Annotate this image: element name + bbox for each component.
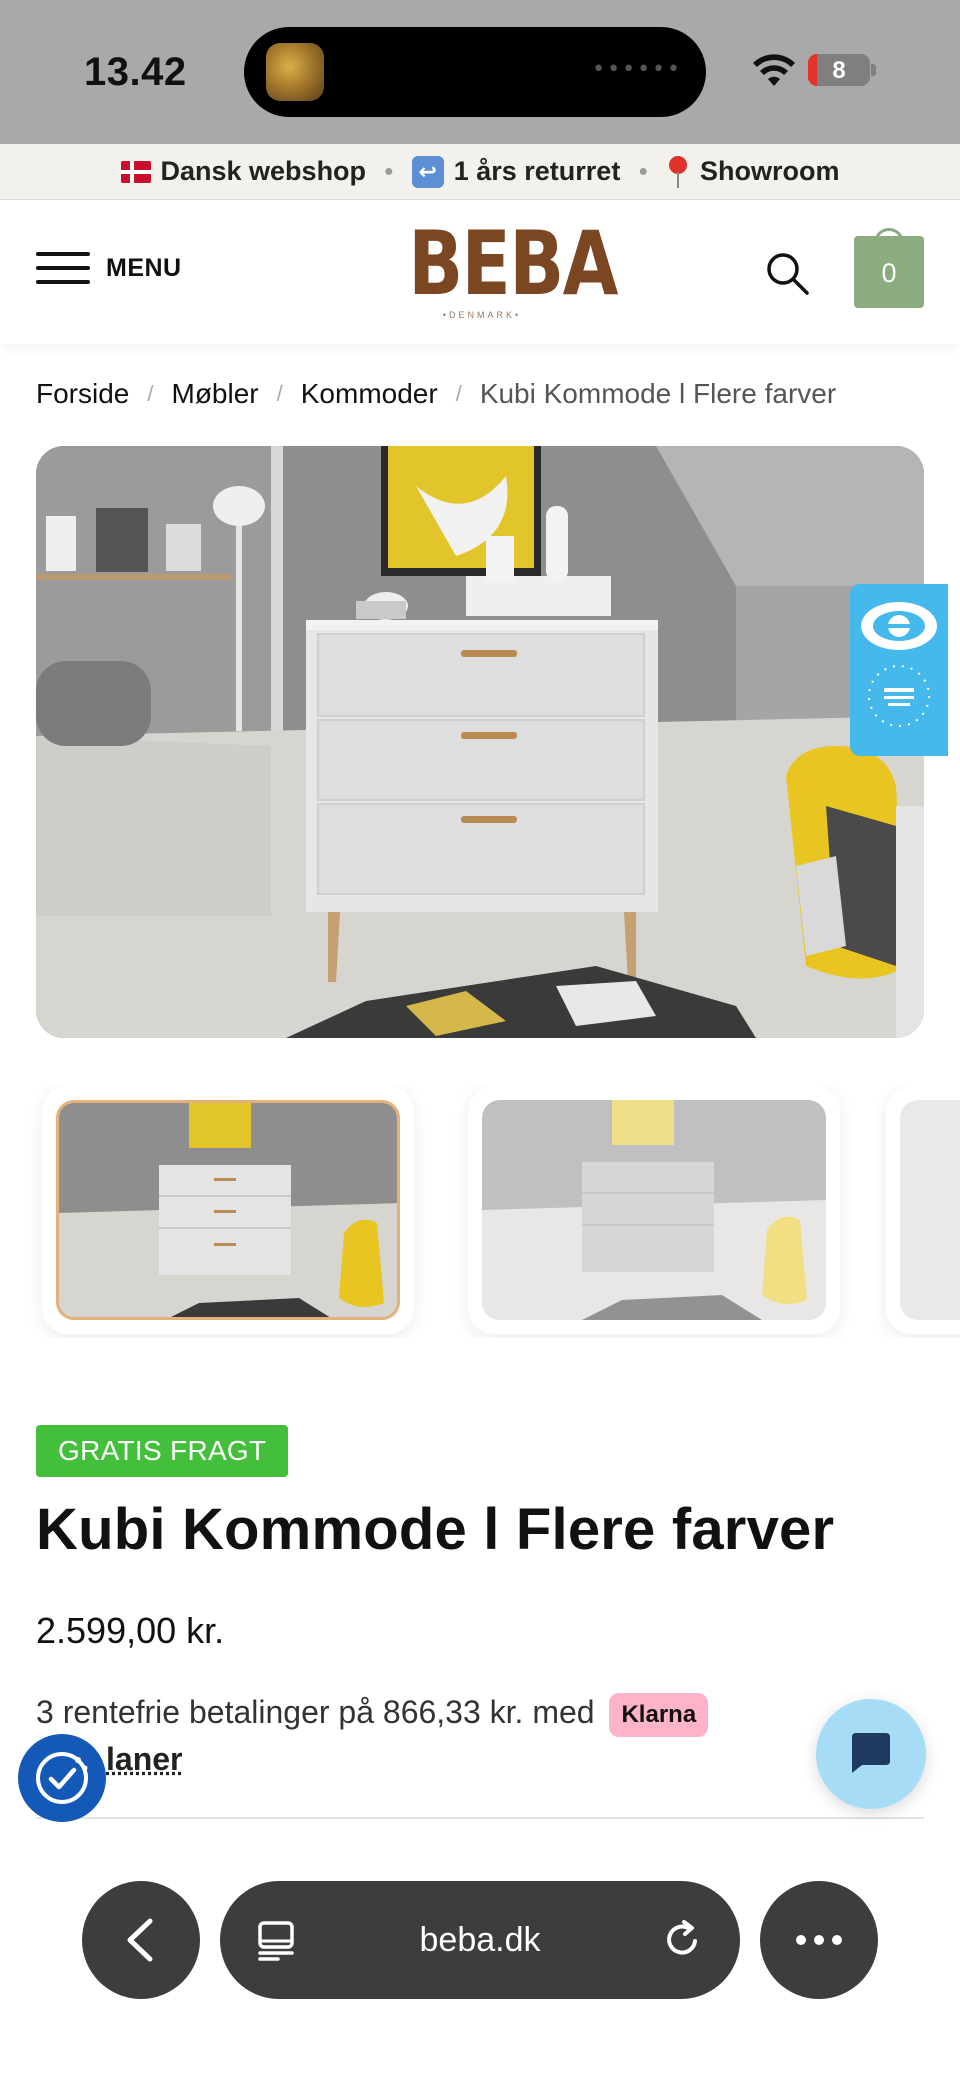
usp-return-policy[interactable]: ↩ 1 års returret [411, 155, 621, 188]
cart-count: 0 [881, 258, 897, 288]
thumbnail-image [56, 1100, 400, 1320]
cookie-consent-button[interactable] [18, 1734, 106, 1822]
breadcrumb-separator: / [455, 381, 462, 406]
usp-danish-webshop[interactable]: Dansk webshop [120, 156, 367, 187]
usp-showroom[interactable]: Showroom [666, 155, 840, 188]
breadcrumb-link-home[interactable]: Forside [36, 378, 129, 410]
product-price: 2.599,00 kr. [36, 1610, 225, 1651]
main-product-image[interactable] [36, 446, 924, 1038]
usp-label: 1 års returret [453, 156, 621, 186]
more-options-button[interactable] [760, 1881, 878, 1999]
search-icon[interactable] [764, 250, 810, 296]
battery-icon: 8 [808, 54, 870, 86]
free-shipping-badge: GRATIS FRAGT [36, 1425, 289, 1477]
cookie-check-icon [36, 1752, 88, 1804]
return-arrow-icon: ↩ [411, 155, 444, 188]
thumbnail-2[interactable] [468, 1086, 840, 1334]
chat-bubble-icon [852, 1733, 890, 1773]
status-time: 13.42 [84, 50, 187, 94]
site-logo[interactable]: BEBA •DENMARK• [392, 212, 618, 321]
island-indicator: •••••• [592, 57, 682, 82]
dresser-room-illustration [36, 446, 924, 1038]
breadcrumb-separator: / [147, 381, 154, 406]
chat-button[interactable] [816, 1699, 926, 1809]
klarna-logo: Klarna [609, 1692, 709, 1737]
menu-button[interactable]: MENU [36, 250, 182, 286]
usp-separator: ● [638, 162, 648, 180]
usp-label: Showroom [699, 156, 840, 186]
browser-toolbar: beba.dk [0, 1860, 960, 2081]
back-chevron-icon [127, 1918, 153, 1962]
trust-badge-graphic [861, 602, 937, 727]
section-divider [36, 1817, 924, 1819]
thumbnail-image [900, 1100, 960, 1320]
menu-label: MENU [106, 253, 182, 282]
hamburger-icon [36, 250, 90, 286]
usp-label: Dansk webshop [160, 156, 367, 186]
usp-bar: Dansk webshop ● ↩ 1 års returret ● Showr… [0, 144, 960, 200]
breadcrumb-separator: / [276, 381, 283, 406]
installment-plans-link[interactable]: laner [106, 1741, 182, 1777]
location-pin-icon [666, 155, 690, 188]
reload-icon[interactable] [662, 1919, 704, 1961]
product-title: Kubi Kommode l Flere farver [36, 1497, 835, 1562]
thumbnail-1[interactable] [42, 1086, 414, 1334]
klarna-installment-info: 3 rentefrie betalinger på 866,33 kr. med… [36, 1690, 796, 1781]
wifi-icon [753, 54, 795, 86]
now-playing-artwork [266, 43, 324, 101]
site-header: MENU BEBA •DENMARK• 0 [0, 200, 960, 344]
battery-level: 8 [832, 57, 846, 84]
thumbnail-dresser-illustration [482, 1100, 826, 1320]
back-button[interactable] [82, 1881, 200, 1999]
emaerket-ecommerce-europe-icon[interactable] [850, 584, 948, 756]
logo-text: BEBA [408, 212, 618, 315]
dynamic-island[interactable]: •••••• [244, 27, 706, 117]
usp-separator: ● [384, 162, 394, 180]
more-dots-icon [796, 1935, 842, 1945]
thumbnail-image [482, 1100, 826, 1320]
breadcrumb-current: Kubi Kommode l Flere farver [479, 378, 837, 409]
installment-text: 3 rentefrie betalinger på 866,33 kr. med [36, 1694, 595, 1730]
thumbnail-carousel[interactable] [0, 1086, 960, 1338]
cart-button[interactable]: 0 [854, 236, 924, 308]
thumbnail-dresser-illustration [59, 1103, 397, 1317]
breadcrumb-link-furniture[interactable]: Møbler [172, 378, 259, 410]
breadcrumb-link-dressers[interactable]: Kommoder [301, 378, 438, 410]
danish-flag-icon [120, 160, 151, 183]
address-bar[interactable]: beba.dk [220, 1881, 740, 1999]
breadcrumb: Forside / Møbler / Kommoder / Kubi Kommo… [36, 378, 836, 410]
thumbnail-3[interactable] [886, 1086, 960, 1334]
battery-tip [871, 64, 876, 76]
status-bar: 13.42 •••••• 8 [0, 0, 960, 144]
